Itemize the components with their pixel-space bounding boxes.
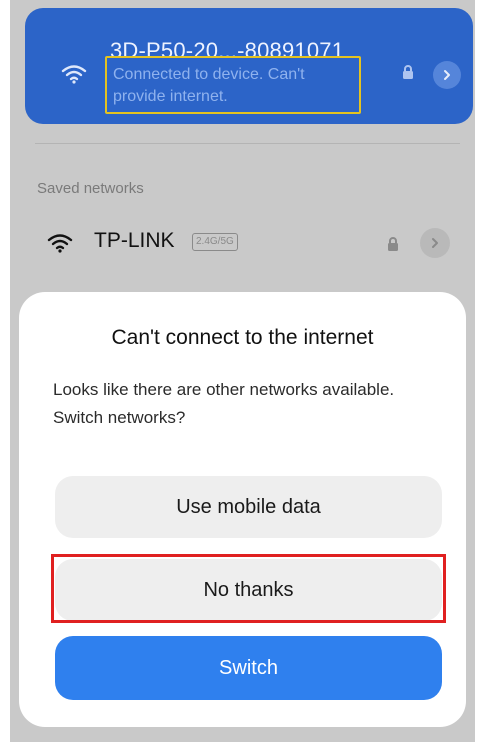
chevron-right-icon xyxy=(444,70,450,80)
dialog-title: Can't connect to the internet xyxy=(111,326,374,349)
saved-networks-title: Saved networks xyxy=(37,180,144,197)
divider xyxy=(35,143,460,144)
wifi-settings-screen: 3D-P50-20...-80891071 Connected to devic… xyxy=(10,0,475,742)
connection-status-text: Connected to device. Can't provide inter… xyxy=(113,66,305,105)
saved-network-name: TP-LINK xyxy=(94,229,175,252)
switch-button[interactable]: Switch xyxy=(55,636,442,700)
chevron-right-icon xyxy=(432,238,438,248)
band-badge: 2.4G/5G xyxy=(192,233,238,251)
lock-icon xyxy=(386,236,400,257)
status-highlight-box: Connected to device. Can't provide inter… xyxy=(105,56,361,114)
dialog-message: Looks like there are other networks avai… xyxy=(53,380,395,427)
no-thanks-button[interactable]: No thanks xyxy=(55,559,442,621)
lock-icon xyxy=(401,64,415,85)
saved-network-details-button[interactable] xyxy=(420,228,450,258)
wifi-icon xyxy=(47,233,73,258)
connected-network-card[interactable]: 3D-P50-20...-80891071 Connected to devic… xyxy=(25,8,473,124)
use-mobile-data-button[interactable]: Use mobile data xyxy=(55,476,442,538)
no-internet-dialog: Can't connect to the internet Looks like… xyxy=(19,292,466,727)
wifi-icon xyxy=(61,64,87,89)
network-details-button[interactable] xyxy=(433,61,461,89)
